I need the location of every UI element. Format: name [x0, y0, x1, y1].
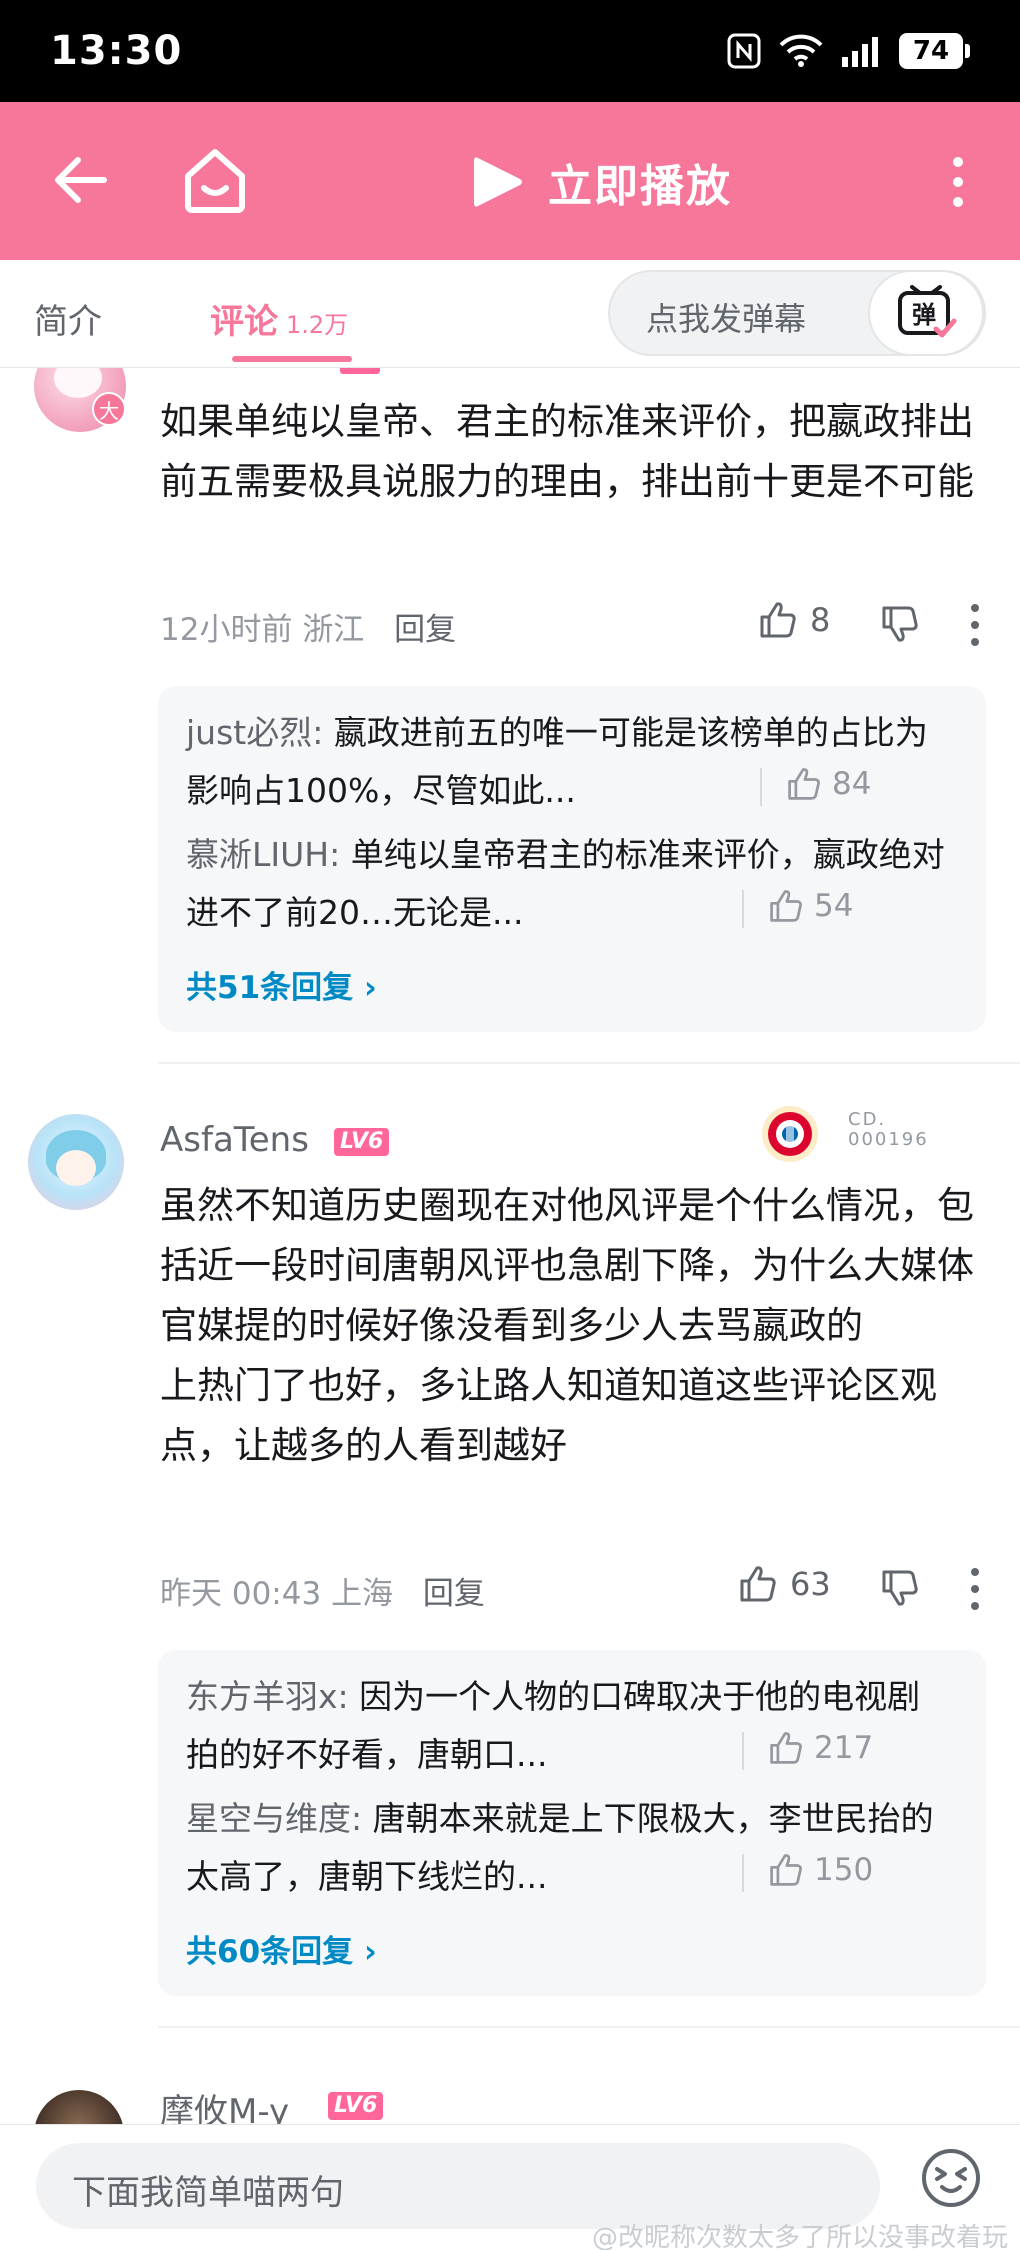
emoji-icon[interactable]: [920, 2147, 982, 2209]
view-all-replies-link[interactable]: 共60条回复 ›: [186, 1926, 377, 1971]
thumbs-up-icon: [740, 1566, 776, 1602]
comment-divider: [158, 2026, 1020, 2028]
active-tab-indicator: [232, 356, 352, 362]
reply-like[interactable]: 150: [768, 1852, 873, 1888]
thumbs-up-icon: [770, 890, 802, 922]
reply-item[interactable]: 慕淅LIUH: 单纯以皇帝君主的标准来评价，嬴政绝对进不了前20…无论是...: [186, 826, 946, 942]
level-badge: LV6: [334, 1128, 390, 1156]
reply-item[interactable]: 星空与维度: 唐朝本来就是上下限极大，李世民抬的太高了，唐朝下线烂的...: [186, 1790, 946, 1906]
comment-list: 大 如果单纯以皇帝、君主的标准来评价，把嬴政排出前五需要极具说服力的理由，排出前…: [0, 368, 1020, 2124]
separator: [760, 768, 762, 806]
avatar[interactable]: [28, 1114, 124, 1210]
wifi-icon: [779, 34, 823, 67]
reply-author[interactable]: just必烈: [186, 713, 312, 752]
more-vertical-icon[interactable]: [936, 154, 980, 210]
comment-meta: 12小时前 浙江 回复: [160, 604, 456, 649]
comment-time: 昨天 00:43: [160, 1576, 322, 1612]
tab-comments-count: 1.2万: [286, 311, 349, 339]
reply-button[interactable]: 回复: [394, 612, 456, 648]
comment-text: 虽然不知道历史圈现在对他风评是个什么情况，包括近一段时间唐朝风评也急剧下降，为什…: [160, 1184, 974, 1467]
comment-username[interactable]: 摩攸M-y: [160, 2084, 289, 2124]
thumbs-up-icon: [770, 1732, 802, 1764]
battery-icon: 74: [899, 33, 970, 69]
view-all-replies-link[interactable]: 共51条回复 ›: [186, 962, 377, 1007]
level-badge: [340, 368, 380, 374]
comment-input-placeholder: 下面我简单喵两句: [72, 2173, 344, 2213]
back-arrow-icon[interactable]: [48, 148, 112, 212]
reply-like[interactable]: 84: [786, 766, 871, 802]
reply-author[interactable]: 星空与维度: [186, 1799, 351, 1838]
nfc-icon: [727, 33, 761, 69]
reply-like[interactable]: 54: [768, 888, 853, 924]
reply-like-count: 217: [814, 1730, 874, 1766]
thumbs-up-icon: [770, 1854, 802, 1886]
comment-username[interactable]: AsfaTens: [160, 1120, 309, 1160]
fan-medal-icon: [762, 1106, 818, 1162]
comment-meta: 昨天 00:43 上海 回复: [160, 1568, 485, 1613]
comment-divider: [158, 1062, 1020, 1064]
reply-item[interactable]: 东方羊羽x: 因为一个人物的口碑取决于他的电视剧拍的好不好看，唐朝口...: [186, 1668, 946, 1784]
separator: [742, 1732, 744, 1770]
play-now-label: 立即播放: [548, 161, 732, 212]
play-icon: [474, 157, 522, 207]
thumbs-up-icon: [760, 602, 796, 638]
reply-preview[interactable]: 东方羊羽x: 因为一个人物的口碑取决于他的电视剧拍的好不好看，唐朝口... 21…: [158, 1650, 986, 1996]
danmaku-placeholder: 点我发弹幕: [646, 300, 807, 338]
thumbs-up-icon: [788, 768, 820, 800]
reply-like-count: 54: [814, 888, 854, 924]
reply-item[interactable]: just必烈: 嬴政进前五的唯一可能是该榜单的占比为影响占100%，尽管如此..…: [186, 704, 946, 820]
app-screen: 13:30 74 立即播放 简介 评论 1.2万 点我发弹幕 弹 大 如果单纯以…: [0, 0, 1020, 2250]
signal-icon: [842, 37, 878, 67]
reply-like[interactable]: 217: [768, 1730, 873, 1766]
view-all-replies-label: 共51条回复: [186, 970, 354, 1006]
reply-preview[interactable]: just必烈: 嬴政进前五的唯一可能是该榜单的占比为影响占100%，尽管如此..…: [158, 686, 986, 1032]
more-options-icon[interactable]: [968, 1564, 982, 1614]
tab-comments[interactable]: 评论 1.2万: [210, 294, 348, 343]
reply-author[interactable]: 东方羊羽x: [186, 1677, 338, 1716]
chevron-right-icon: ›: [363, 970, 377, 1006]
like-button[interactable]: 8: [758, 600, 830, 640]
separator: [742, 1854, 744, 1892]
view-all-replies-label: 共60条回复: [186, 1934, 354, 1970]
reply-author[interactable]: 慕淅LIUH: [186, 835, 329, 874]
separator: [742, 890, 744, 928]
danmaku-toggle-button[interactable]: 弹: [868, 270, 984, 356]
status-time: 13:30: [50, 28, 183, 74]
chevron-right-icon: ›: [363, 1934, 377, 1970]
play-now-button[interactable]: 立即播放: [470, 150, 732, 214]
like-button[interactable]: 63: [738, 1564, 831, 1604]
comment-input-bar: 下面我简单喵两句 @改昵称次数太多了所以没事改着玩: [0, 2124, 1020, 2250]
status-bar: 13:30 74: [0, 0, 1020, 102]
comment-location: 上海: [331, 1576, 394, 1612]
level-badge: LV6: [328, 2092, 384, 2120]
like-count: 63: [790, 1565, 831, 1603]
status-icons: 74: [727, 33, 970, 69]
fan-medal-id: CD. 000196: [848, 1110, 929, 1150]
more-options-icon[interactable]: [968, 600, 982, 650]
battery-level: 74: [899, 33, 963, 69]
thumbs-down-icon[interactable]: [880, 604, 920, 644]
home-icon[interactable]: [180, 144, 250, 216]
reply-like-count: 150: [814, 1852, 874, 1888]
tab-comments-label: 评论: [210, 302, 278, 342]
user-badge: 大: [92, 392, 126, 426]
danmaku-icon-label: 弹: [912, 301, 936, 329]
fan-medal-id-line2: 000196: [848, 1129, 929, 1150]
comment-time: 12小时前: [160, 612, 293, 648]
video-toolbar: 立即播放: [0, 102, 1020, 260]
avatar[interactable]: [34, 2090, 124, 2124]
reply-like-count: 84: [832, 766, 872, 802]
watermark: @改昵称次数太多了所以没事改着玩: [591, 2223, 1008, 2250]
thumbs-down-icon[interactable]: [880, 1568, 920, 1608]
like-count: 8: [810, 601, 831, 639]
reply-button[interactable]: 回复: [423, 1576, 485, 1612]
fan-medal-id-line1: CD.: [848, 1109, 887, 1130]
danmaku-icon: 弹: [898, 285, 957, 338]
comment-text: 如果单纯以皇帝、君主的标准来评价，把嬴政排出前五需要极具说服力的理由，排出前十更…: [160, 400, 974, 503]
danmaku-input[interactable]: 点我发弹幕 弹: [608, 270, 986, 356]
comment-location: 浙江: [302, 612, 365, 648]
tab-intro[interactable]: 简介: [34, 294, 102, 343]
